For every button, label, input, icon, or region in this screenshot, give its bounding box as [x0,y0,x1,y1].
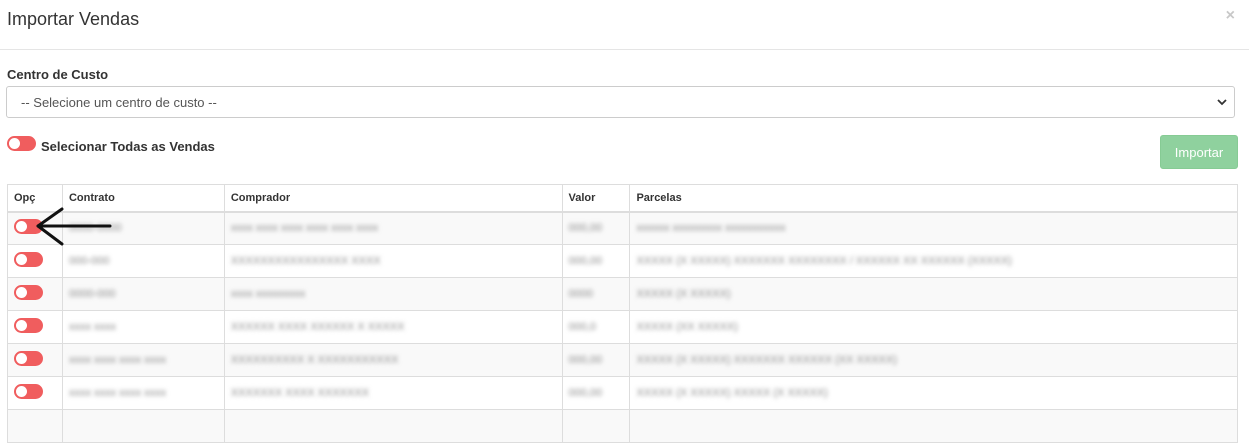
comprador-cell: XXXXXXX XXXX XXXXXXX [230,387,370,399]
row-select-toggle[interactable] [14,252,43,267]
chevron-down-icon [1217,99,1227,106]
comprador-cell: XXXXXXXXXX X XXXXXXXXXXX [230,354,399,366]
row-select-toggle[interactable] [14,351,43,366]
table-row: xxxx xxxx xxxx xxxx XXXXXXXXXX X XXXXXXX… [7,343,1238,377]
row-select-toggle[interactable] [14,318,43,333]
table-row: xxxx xxxx XXXXXX XXXX XXXXXX X XXXXX 000… [7,310,1238,344]
row-select-toggle[interactable] [14,384,43,399]
parcelas-cell: xxxxxx xxxxxxxxx xxxxxxxxxxx [636,222,786,235]
table-row: xxxx xxxx xxxx xxxx XXXXXXX XXXX XXXXXXX… [7,376,1238,410]
parcelas-cell: XXXXX (X XXXXX) XXXXXXX XXXXXXXX / XXXXX… [636,255,1012,267]
comprador-cell: XXXXXXXXXXXXXXXX XXXX [230,255,381,267]
cost-center-select[interactable]: -- Selecione um centro de custo -- [6,86,1235,118]
row-select-toggle[interactable] [14,285,43,300]
cost-center-selected-value: -- Selecione um centro de custo -- [21,94,217,110]
parcelas-cell: XXXXX (X XXXXX) XXXXXXX XXXXXX (XX XXXXX… [636,354,897,366]
cost-center-label: Centro de Custo [7,67,109,82]
table-header-row: Opç Contrato Comprador Valor Parcelas [7,184,1238,213]
header-valor: Valor [561,184,631,213]
valor-cell: 0000 [568,288,593,300]
parcelas-cell: XXXXX (XX XXXXX) [636,321,738,333]
table-row: 0000-0000 xxxx xxxx xxxx xxxx xxxx xxxx … [7,211,1238,245]
modal-header: Importar Vendas × [0,0,1249,50]
contrato-cell: 000-000 [68,255,110,267]
table-row [7,409,1238,443]
header-parcelas: Parcelas [629,184,1238,213]
header-comprador: Comprador [223,184,563,213]
valor-cell: 000,0 [568,321,597,333]
arrow-left-icon [36,207,112,246]
contrato-cell: 0000-000 [68,288,116,300]
parcelas-cell: XXXXX (X XXXXX) XXXXX (X XXXXX) [636,387,828,399]
valor-cell: 000,00 [568,354,603,366]
comprador-cell: XXXXXX XXXX XXXXXX X XXXXX [230,321,405,333]
import-button[interactable]: Importar [1160,135,1238,169]
comprador-cell: xxxx xxxxxxxxx [230,288,306,300]
modal-title: Importar Vendas [7,9,140,29]
comprador-cell: xxxx xxxx xxxx xxxx xxxx xxxx [230,222,379,235]
sales-table: Opç Contrato Comprador Valor Parcelas 00… [7,184,1238,443]
contrato-cell: xxxx xxxx xxxx xxxx [68,354,167,366]
contrato-cell: xxxx xxxx xxxx xxxx [68,387,167,399]
valor-cell: 000,00 [568,255,603,267]
table-row: 000-000 XXXXXXXXXXXXXXXX XXXX 000,00 XXX… [7,244,1238,278]
select-all-label: Selecionar Todas as Vendas [41,139,215,154]
valor-cell: 000,00 [568,387,603,399]
close-button[interactable]: × [1226,8,1235,24]
select-all-toggle[interactable] [7,136,36,151]
contrato-cell: xxxx xxxx [68,321,117,333]
select-all-group: Selecionar Todas as Vendas [7,136,215,154]
valor-cell: 000,00 [568,222,603,235]
table-row: 0000-000 xxxx xxxxxxxxx 0000 XXXXX (X XX… [7,277,1238,311]
parcelas-cell: XXXXX (X XXXXX) [636,288,731,300]
